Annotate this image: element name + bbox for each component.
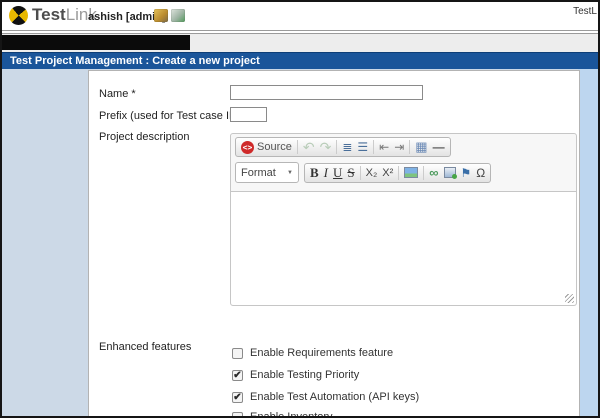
toolbar-separator: [373, 140, 374, 154]
browser-window-title: TestL: [573, 6, 597, 17]
link-icon[interactable]: ∞: [429, 166, 438, 180]
toolbar-separator: [297, 140, 298, 154]
name-input[interactable]: [230, 85, 423, 100]
testlink-logo-icon: [9, 6, 28, 25]
brand-text-test: Test: [32, 5, 66, 25]
toolbar-group-2: B I U S X₂ X² ∞ ⚑ Ω: [304, 163, 491, 183]
checkbox-icon[interactable]: [232, 348, 243, 359]
superscript-button[interactable]: X²: [382, 166, 393, 180]
toolbar-group-1: <> Source ↶ ↷ ≣ ☰ ⇤ ⇥ ▦ ―: [235, 137, 451, 157]
description-editor-body[interactable]: [231, 191, 576, 305]
toolbar-strip: [2, 35, 598, 52]
bold-button[interactable]: B: [310, 166, 319, 180]
source-icon: <>: [241, 141, 254, 154]
horizontal-rule-icon[interactable]: ―: [433, 140, 445, 154]
table-icon[interactable]: ▦: [415, 140, 427, 154]
description-editor: <> Source ↶ ↷ ≣ ☰ ⇤ ⇥ ▦ ―: [230, 133, 577, 306]
checkbox-enable-test-automation[interactable]: ✔ Enable Test Automation (API keys): [232, 391, 419, 403]
testlink-logo[interactable]: TestLink: [9, 5, 97, 25]
subscript-button[interactable]: X₂: [366, 166, 378, 180]
checkbox-icon[interactable]: ✔: [232, 392, 243, 403]
checkbox-enable-inventory[interactable]: Enable Inventory: [232, 411, 333, 418]
toolbar-separator: [409, 140, 410, 154]
toolbar-separator: [423, 166, 424, 180]
numbered-list-icon[interactable]: ≣: [342, 140, 352, 154]
format-dropdown[interactable]: Format ▼: [235, 162, 299, 183]
underline-button[interactable]: U: [333, 166, 342, 180]
right-margin-strip: [578, 69, 598, 416]
my-settings-icon[interactable]: [154, 9, 168, 22]
app-header: TestLink ashish [admin] TestL: [2, 2, 598, 29]
logout-icon[interactable]: [171, 9, 185, 22]
indent-icon[interactable]: ⇥: [394, 140, 404, 154]
editor-toolbar-row-2: Format ▼ B I U S X₂ X² ∞: [231, 159, 576, 185]
create-project-form: Name * Prefix (used for Test case ID) * …: [88, 70, 580, 416]
source-button[interactable]: <> Source: [241, 140, 292, 154]
undo-icon[interactable]: ↶: [303, 140, 315, 154]
strikethrough-button[interactable]: S: [347, 166, 354, 180]
redo-icon[interactable]: ↷: [320, 140, 332, 154]
checkbox-enable-requirements[interactable]: Enable Requirements feature: [232, 347, 393, 359]
toolbar-separator: [360, 166, 361, 180]
bulleted-list-icon[interactable]: ☰: [357, 140, 368, 154]
prefix-input[interactable]: [230, 107, 267, 122]
editor-resize-grip[interactable]: [565, 294, 574, 303]
toolbar-separator: [398, 166, 399, 180]
editor-toolbar-row-1: <> Source ↶ ↷ ≣ ☰ ⇤ ⇥ ▦ ―: [231, 134, 576, 159]
image-icon[interactable]: [404, 167, 418, 178]
outdent-icon[interactable]: ⇤: [379, 140, 389, 154]
checkbox-enable-testing-priority[interactable]: ✔ Enable Testing Priority: [232, 369, 359, 381]
enhanced-features-label: Enhanced features: [99, 341, 191, 353]
content-area: Name * Prefix (used for Test case ID) * …: [2, 69, 598, 416]
black-bar: [2, 35, 190, 50]
page-title: Test Project Management : Create a new p…: [2, 52, 598, 69]
attachment-icon[interactable]: [444, 167, 456, 178]
special-char-icon[interactable]: Ω: [476, 166, 485, 180]
checkbox-icon[interactable]: ✔: [232, 370, 243, 381]
prefix-label: Prefix (used for Test case ID) *: [99, 110, 248, 122]
testlink-window: TestLink ashish [admin] TestL Test Proje…: [0, 0, 600, 418]
flag-icon[interactable]: ⚑: [461, 166, 472, 180]
toolbar-separator: [336, 140, 337, 154]
description-label: Project description: [99, 131, 190, 143]
name-label: Name *: [99, 88, 136, 100]
italic-button[interactable]: I: [324, 166, 328, 180]
checkbox-icon[interactable]: [232, 412, 243, 418]
chevron-down-icon: ▼: [287, 170, 293, 176]
